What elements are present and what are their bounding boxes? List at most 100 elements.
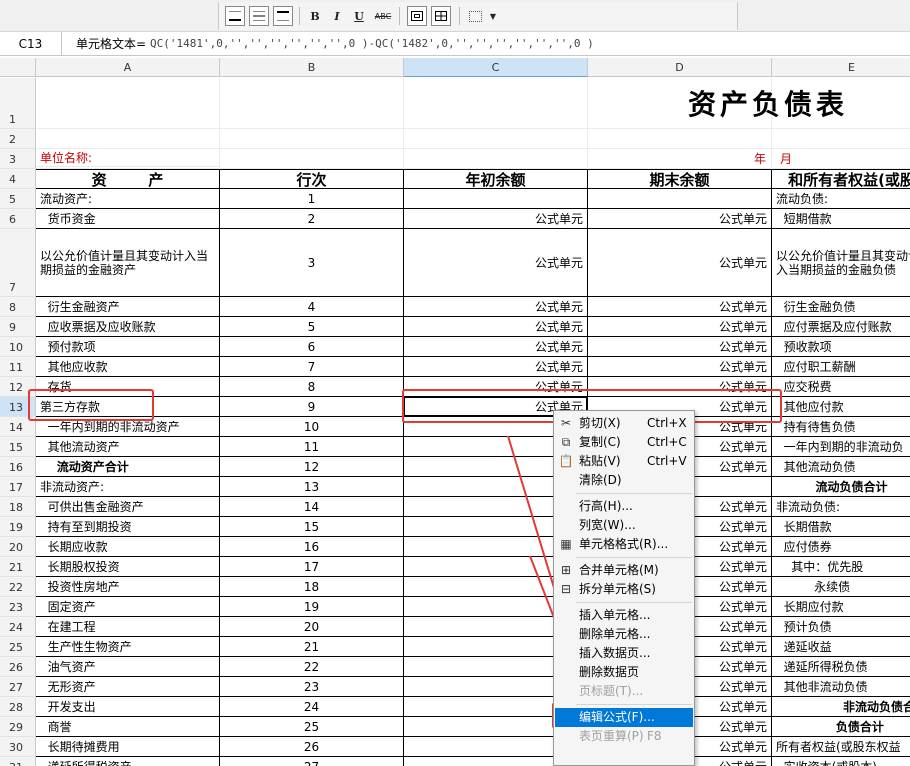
cell-a26[interactable]: 油气资产 bbox=[36, 657, 220, 677]
row-header-1[interactable]: 1 bbox=[0, 78, 36, 129]
cell-b28[interactable]: 24 bbox=[220, 697, 404, 717]
cell-a9[interactable]: 应收票据及应收账款 bbox=[36, 317, 220, 337]
column-header-d[interactable]: D bbox=[588, 58, 772, 77]
cell-b15[interactable]: 11 bbox=[220, 437, 404, 457]
cell-b8[interactable]: 4 bbox=[220, 297, 404, 317]
cell-a12[interactable]: 存货 bbox=[36, 377, 220, 397]
column-header-c[interactable]: C bbox=[404, 58, 588, 77]
cell-reference-box[interactable]: C13 bbox=[0, 32, 62, 56]
cell-d5[interactable] bbox=[588, 189, 772, 209]
cell-e9[interactable]: 应付票据及应付账款 bbox=[772, 317, 910, 337]
menu-item-6[interactable]: ▦ 单元格格式(R)... bbox=[555, 535, 693, 554]
cell-b30[interactable]: 26 bbox=[220, 737, 404, 757]
cell-b29[interactable]: 25 bbox=[220, 717, 404, 737]
row-header-17[interactable]: 17 bbox=[0, 477, 36, 497]
cell-e7[interactable]: 以公允价值计量且其变动计入当期损益的金融负债 bbox=[772, 229, 910, 297]
row-header-5[interactable]: 5 bbox=[0, 189, 36, 209]
cell-b11[interactable]: 7 bbox=[220, 357, 404, 377]
cell-a29[interactable]: 商誉 bbox=[36, 717, 220, 737]
column-header-a[interactable]: A bbox=[36, 58, 220, 77]
row-header-18[interactable]: 18 bbox=[0, 497, 36, 517]
cell-a31[interactable]: 递延所得税资产 bbox=[36, 757, 220, 766]
row-header-6[interactable]: 6 bbox=[0, 209, 36, 229]
strikethrough-button[interactable]: ABC bbox=[373, 6, 393, 26]
cell-b20[interactable]: 16 bbox=[220, 537, 404, 557]
underline-button[interactable]: U bbox=[349, 6, 369, 26]
cell-c6[interactable]: 公式单元 bbox=[404, 209, 588, 229]
cell-e30[interactable]: 所有者权益(或股东权益 bbox=[772, 737, 910, 757]
empty-cell[interactable] bbox=[772, 149, 910, 169]
row-header-22[interactable]: 22 bbox=[0, 577, 36, 597]
column-header-b[interactable]: B bbox=[220, 58, 404, 77]
menu-item-3[interactable]: 清除(D) bbox=[555, 471, 693, 490]
row-header-14[interactable]: 14 bbox=[0, 417, 36, 437]
cell-b17[interactable]: 13 bbox=[220, 477, 404, 497]
cell-b9[interactable]: 5 bbox=[220, 317, 404, 337]
cell-b6[interactable]: 2 bbox=[220, 209, 404, 229]
row-header-25[interactable]: 25 bbox=[0, 637, 36, 657]
row-header-24[interactable]: 24 bbox=[0, 617, 36, 637]
cell-e17[interactable]: 流动负债合计 bbox=[772, 477, 910, 497]
chevron-down-icon[interactable]: ▼ bbox=[483, 6, 503, 26]
bold-button[interactable]: B bbox=[305, 6, 325, 26]
cell-b25[interactable]: 21 bbox=[220, 637, 404, 657]
row-header-10[interactable]: 10 bbox=[0, 337, 36, 357]
cell-b10[interactable]: 6 bbox=[220, 337, 404, 357]
menu-item-15[interactable]: 表页重算(P) F8 bbox=[555, 727, 693, 746]
cell-a14[interactable]: 一年内到期的非流动资产 bbox=[36, 417, 220, 437]
cell-e12[interactable]: 应交税费 bbox=[772, 377, 910, 397]
cell-a21[interactable]: 长期股权投资 bbox=[36, 557, 220, 577]
empty-cell[interactable] bbox=[404, 149, 588, 169]
cell-a13[interactable]: 第三方存款 bbox=[36, 397, 220, 417]
cell-e26[interactable]: 递延所得税负债 bbox=[772, 657, 910, 677]
empty-cell[interactable] bbox=[220, 129, 404, 149]
cell-e15[interactable]: 一年内到期的非流动负 bbox=[772, 437, 910, 457]
cell-e11[interactable]: 应付职工薪酬 bbox=[772, 357, 910, 377]
grid-lines-icon[interactable] bbox=[431, 6, 451, 26]
cell-a11[interactable]: 其他应收款 bbox=[36, 357, 220, 377]
row-header-9[interactable]: 9 bbox=[0, 317, 36, 337]
row-header-21[interactable]: 21 bbox=[0, 557, 36, 577]
cell-d11[interactable]: 公式单元 bbox=[588, 357, 772, 377]
row-header-15[interactable]: 15 bbox=[0, 437, 36, 457]
menu-item-10[interactable]: 删除单元格... bbox=[555, 625, 693, 644]
cell-b22[interactable]: 18 bbox=[220, 577, 404, 597]
cell-e6[interactable]: 短期借款 bbox=[772, 209, 910, 229]
empty-cell[interactable] bbox=[588, 149, 772, 169]
cell-a6[interactable]: 货币资金 bbox=[36, 209, 220, 229]
cell-b31[interactable]: 27 bbox=[220, 757, 404, 766]
cell-a22[interactable]: 投资性房地产 bbox=[36, 577, 220, 597]
cell-e29[interactable]: 负债合计 bbox=[772, 717, 910, 737]
cell-a7[interactable]: 以公允价值计量且其变动计入当期损益的金融资产 bbox=[36, 229, 220, 297]
cell-d6[interactable]: 公式单元 bbox=[588, 209, 772, 229]
cell-b27[interactable]: 23 bbox=[220, 677, 404, 697]
cell-e21[interactable]: 其中：优先股 bbox=[772, 557, 910, 577]
cell-b14[interactable]: 10 bbox=[220, 417, 404, 437]
menu-item-4[interactable]: 行高(H)... bbox=[555, 497, 693, 516]
cell-a27[interactable]: 无形资产 bbox=[36, 677, 220, 697]
row-header-31[interactable]: 31 bbox=[0, 757, 36, 766]
menu-item-12[interactable]: 删除数据页 bbox=[555, 663, 693, 682]
cell-b5[interactable]: 1 bbox=[220, 189, 404, 209]
cell-c12[interactable]: 公式单元 bbox=[404, 377, 588, 397]
cell-b19[interactable]: 15 bbox=[220, 517, 404, 537]
menu-item-9[interactable]: 插入单元格... bbox=[555, 606, 693, 625]
cell-a18[interactable]: 可供出售金融资产 bbox=[36, 497, 220, 517]
frame-cells-icon[interactable] bbox=[407, 6, 427, 26]
cell-b16[interactable]: 12 bbox=[220, 457, 404, 477]
cell-c7[interactable]: 公式单元 bbox=[404, 229, 588, 297]
cell-a16[interactable]: 流动资产合计 bbox=[36, 457, 220, 477]
empty-cell[interactable] bbox=[772, 129, 910, 149]
row-header-4[interactable]: 4 bbox=[0, 169, 36, 189]
cell-a19[interactable]: 持有至到期投资 bbox=[36, 517, 220, 537]
cell-e19[interactable]: 长期借款 bbox=[772, 517, 910, 537]
row-header-19[interactable]: 19 bbox=[0, 517, 36, 537]
menu-item-11[interactable]: 插入数据页... bbox=[555, 644, 693, 663]
empty-cell[interactable] bbox=[36, 129, 220, 149]
empty-cell[interactable] bbox=[220, 149, 404, 169]
cell-b18[interactable]: 14 bbox=[220, 497, 404, 517]
cell-b26[interactable]: 22 bbox=[220, 657, 404, 677]
cell-c10[interactable]: 公式单元 bbox=[404, 337, 588, 357]
cell-a20[interactable]: 长期应收款 bbox=[36, 537, 220, 557]
cell-d7[interactable]: 公式单元 bbox=[588, 229, 772, 297]
